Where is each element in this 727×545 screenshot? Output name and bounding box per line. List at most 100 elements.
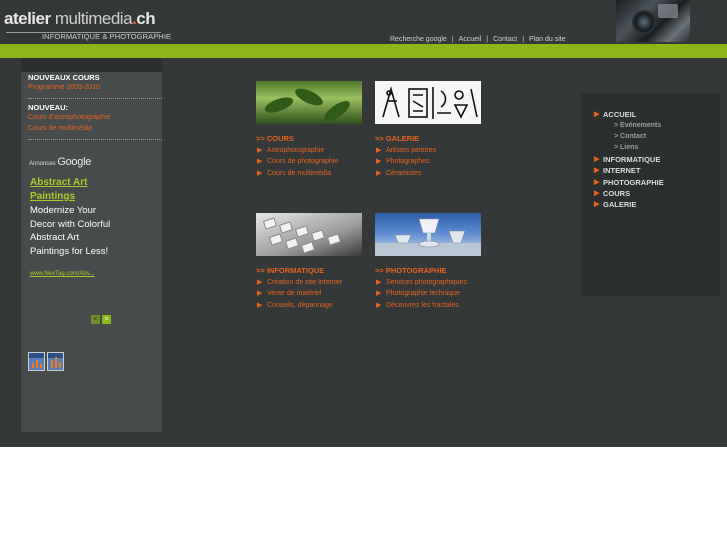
bullet-arrow-icon: ▶ — [376, 169, 382, 177]
dotted-divider — [28, 139, 162, 140]
bullet-arrow-icon: ▶ — [376, 158, 382, 166]
nav-separator: | — [522, 36, 525, 43]
google-logo: Google — [57, 156, 92, 168]
dotted-divider — [28, 98, 162, 99]
leaf-graphic — [321, 97, 353, 124]
list-item[interactable]: ▶ Découvrez les fractales — [375, 300, 467, 311]
page: atelier multimedia.ch INFORMATIQUE & PHO… — [0, 0, 727, 447]
badge-bar — [59, 362, 61, 368]
badge-bar — [36, 360, 38, 368]
list-item[interactable]: ▶ Astrophotographie — [256, 145, 338, 156]
left-sidebar: NOUVEAUX COURS Programme 2009-2010 NOUVE… — [21, 72, 162, 432]
bullet-arrow-icon: ▶ — [257, 290, 263, 298]
list-item[interactable]: ▶ Céramistes — [375, 168, 436, 179]
site-logo[interactable]: atelier multimedia.ch INFORMATIQUE & PHO… — [4, 9, 171, 41]
bullet-arrow-icon: ▶ — [594, 111, 600, 118]
list-item[interactable]: ▶ Création de site Internet — [256, 277, 342, 288]
bullet-arrow-icon: ▶ — [376, 290, 382, 298]
nav-recherche-google[interactable]: Recherche google — [390, 36, 447, 43]
menu-item-internet[interactable]: ▶ INTERNET — [594, 166, 641, 175]
nav-separator: | — [451, 36, 454, 43]
submenu-item-contact[interactable]: > Contact — [614, 133, 646, 140]
cours-links: ▶ Astrophotographie ▶ Cours de photographi… — [256, 145, 338, 179]
header: atelier multimedia.ch INFORMATIQUE & PHO… — [0, 0, 727, 44]
badge-bar — [55, 357, 57, 368]
tile-title-cours[interactable]: >> COURS — [256, 134, 294, 143]
list-item[interactable]: ▶ Artistes peintres — [375, 145, 436, 156]
bullet-arrow-icon: ▶ — [594, 201, 600, 208]
chevron-right-icon[interactable]: > — [102, 315, 111, 324]
bullet-arrow-icon: ▶ — [257, 147, 263, 154]
silver-cup-graphic — [375, 218, 481, 256]
logo-wordmark: atelier multimedia.ch — [4, 9, 156, 28]
menu-item-accueil[interactable]: ▶ ACCUEIL — [594, 110, 636, 119]
chevron-left-icon[interactable]: < — [91, 315, 100, 324]
list-item[interactable]: ▶ Vente de matériel — [256, 288, 342, 299]
ad-body-text: Modernize Your Decor with Colorful Abstr… — [30, 205, 111, 257]
multimedia-course-link[interactable]: Cours de multimédia — [28, 125, 92, 132]
chart-badge-icon[interactable] — [47, 352, 64, 371]
breadcrumb[interactable]: >> accueil — [161, 2, 193, 9]
nav-contact[interactable]: Contact — [493, 36, 517, 43]
ad-url-link[interactable]: www.NexTag.com/Abs... — [30, 271, 95, 277]
logo-subtitle: INFORMATIQUE & PHOTOGRAPHIE — [42, 32, 172, 41]
list-item[interactable]: ▶ Cours de photographie — [256, 156, 338, 167]
galerie-links: ▶ Artistes peintres ▶ Photographes ▶ Cérami… — [375, 145, 436, 179]
cours-thumbnail[interactable] — [256, 81, 362, 124]
tile-title-photographie[interactable]: >> PHOTOGRAPHIE — [375, 266, 447, 275]
bullet-arrow-icon: ▶ — [594, 179, 600, 186]
submenu-item-evenements[interactable]: > Evénements — [614, 122, 661, 129]
header-camera-photo — [616, 0, 690, 42]
nav-plan-du-site[interactable]: Plan du site — [529, 36, 566, 43]
programme-link[interactable]: Programme 2009-2010 — [28, 84, 100, 91]
bullet-arrow-icon: ▶ — [594, 156, 600, 163]
photographie-thumbnail[interactable] — [375, 213, 481, 256]
abstract-drawing-graphic — [382, 86, 478, 119]
list-item[interactable]: ▶ Photographes — [375, 156, 436, 167]
tile-title-galerie[interactable]: >> GALERIE — [375, 134, 419, 143]
keyboard-key-graphic — [278, 221, 294, 234]
camera-body-graphic — [658, 4, 678, 18]
badge-bar — [32, 363, 34, 368]
galerie-thumbnail[interactable] — [375, 81, 481, 124]
top-navigation: Recherche google | Accueil | Contact | Plan du… — [390, 36, 566, 43]
submenu-item-liens[interactable]: > Liens — [614, 144, 638, 151]
tile-title-informatique[interactable]: >> INFORMATIQUE — [256, 266, 324, 275]
bullet-arrow-icon: ▶ — [257, 158, 263, 166]
menu-item-photographie[interactable]: ▶ PHOTOGRAPHIE — [594, 178, 664, 187]
bullet-arrow-icon: ▶ — [376, 279, 382, 286]
menu-item-galerie[interactable]: ▶ GALERIE — [594, 200, 636, 209]
ad-title-link[interactable]: Abstract Art Paintings — [30, 176, 110, 204]
informatique-links: ▶ Création de site Internet ▶ Vente de mat… — [256, 277, 342, 311]
list-item[interactable]: ▶ Photographie technique — [375, 288, 467, 299]
nav-accueil[interactable]: Accueil — [459, 36, 482, 43]
badge-bar — [40, 364, 42, 368]
menu-item-informatique[interactable]: ▶ INFORMATIQUE — [594, 155, 660, 164]
keyboard-key-graphic — [310, 229, 326, 242]
menu-item-cours[interactable]: ▶ COURS — [594, 189, 630, 198]
bullet-arrow-icon: ▶ — [594, 167, 600, 174]
stats-badges — [28, 352, 64, 372]
keyboard-key-graphic — [262, 217, 278, 230]
photographie-links: ▶ Services photographiques ▶ Photographie … — [375, 277, 467, 311]
camera-lens-graphic — [632, 10, 656, 34]
bullet-arrow-icon: ▶ — [376, 301, 382, 309]
google-ads-label[interactable]: Annonces Google — [29, 156, 91, 168]
keyboard-key-graphic — [300, 241, 316, 254]
right-navigation-menu: ▶ ACCUEIL > Evénements > Contact > Liens … — [581, 94, 720, 296]
sidebar-header-strip — [21, 58, 162, 72]
keyboard-key-graphic — [284, 237, 300, 250]
bullet-arrow-icon: ▶ — [257, 301, 263, 309]
nouveaux-cours-heading: NOUVEAUX COURS — [28, 73, 100, 82]
stats-badge-icon[interactable] — [28, 352, 45, 371]
bullet-arrow-icon: ▶ — [376, 147, 382, 154]
list-item[interactable]: ▶ Conseils, dépannage — [256, 300, 342, 311]
badge-bar — [51, 360, 53, 368]
nouveau-heading: NOUVEAU: — [28, 103, 69, 112]
astrophotographie-course-link[interactable]: Cours d'astrophotographie — [28, 114, 110, 121]
list-item[interactable]: ▶ Services photographiques — [375, 277, 467, 288]
leaf-graphic — [262, 94, 296, 116]
green-band — [0, 44, 727, 58]
list-item[interactable]: ▶ Cours de multimédia — [256, 168, 338, 179]
informatique-thumbnail[interactable] — [256, 213, 362, 256]
